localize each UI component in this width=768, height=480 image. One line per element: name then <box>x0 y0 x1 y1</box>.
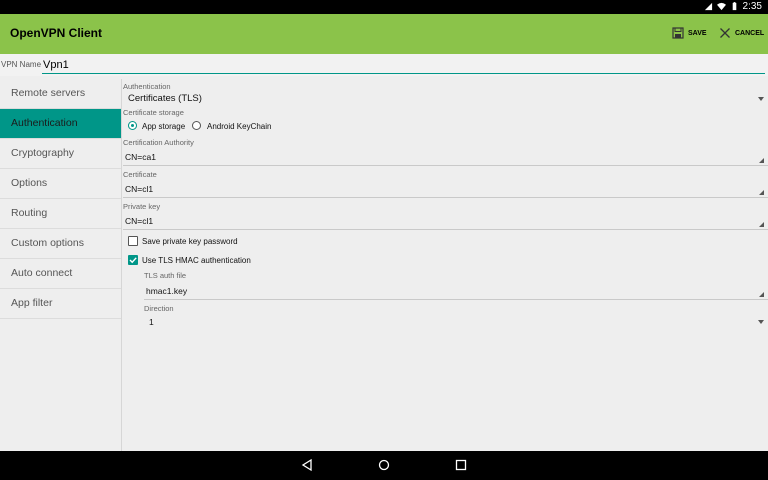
sidebar-item-routing[interactable]: Routing <box>0 199 121 229</box>
tls-auth-file-label: TLS auth file <box>144 271 187 280</box>
status-icons: 2:35 <box>704 1 762 12</box>
direction-label: Direction <box>144 304 174 313</box>
settings-sidebar: Remote servers Authentication Cryptograp… <box>0 79 122 451</box>
ca-underline <box>123 165 768 166</box>
field-corner-icon <box>759 222 764 227</box>
save-button[interactable]: SAVE <box>672 27 707 39</box>
field-corner-icon <box>759 190 764 195</box>
app-bar: OpenVPN Client SAVE CANCEL <box>0 14 768 54</box>
android-keychain-label: Android KeyChain <box>207 122 272 131</box>
sidebar-item-custom-options[interactable]: Custom options <box>0 229 121 259</box>
vpn-name-input[interactable] <box>42 57 765 74</box>
sidebar-item-options[interactable]: Options <box>0 169 121 199</box>
sidebar-item-app-filter[interactable]: App filter <box>0 289 121 319</box>
private-key-value: CN=cl1 <box>125 216 154 226</box>
tls-auth-file-value: hmac1.key <box>146 286 188 296</box>
sidebar-item-remote-servers[interactable]: Remote servers <box>0 79 121 109</box>
app-storage-label: App storage <box>142 122 186 131</box>
navigation-bar <box>0 451 768 480</box>
private-key-field[interactable]: CN=cl1 <box>123 214 768 230</box>
check-icon <box>129 256 137 263</box>
app-title: OpenVPN Client <box>10 26 103 40</box>
app-storage-radio[interactable] <box>128 121 137 130</box>
ca-label: Certification Authority <box>123 138 194 147</box>
direction-value: 1 <box>149 317 154 327</box>
authentication-value: Certificates (TLS) <box>128 93 202 104</box>
certificate-value: CN=cl1 <box>125 184 154 194</box>
status-bar: 2:35 <box>0 0 768 14</box>
save-password-checkbox[interactable] <box>128 236 138 246</box>
tls-hmac-label: Use TLS HMAC authentication <box>142 256 251 265</box>
save-label: SAVE <box>688 29 707 37</box>
close-icon <box>720 28 730 38</box>
recents-icon[interactable] <box>454 458 468 472</box>
status-time: 2:35 <box>742 1 762 12</box>
certificate-storage-label: Certificate storage <box>123 108 184 117</box>
tls-auth-file-underline <box>144 299 768 300</box>
chevron-down-icon <box>758 320 764 324</box>
save-password-label: Save private key password <box>142 237 238 246</box>
authentication-panel: Authentication Certificates (TLS) Certif… <box>123 80 768 450</box>
ca-value: CN=ca1 <box>125 152 156 162</box>
authentication-dropdown[interactable]: Certificates (TLS) <box>123 91 768 107</box>
vpn-name-label: VPN Name <box>1 60 42 69</box>
authentication-label: Authentication <box>123 82 171 91</box>
certificate-label: Certificate <box>123 170 157 179</box>
sidebar-item-cryptography[interactable]: Cryptography <box>0 139 121 169</box>
back-icon[interactable] <box>300 458 314 472</box>
private-key-label: Private key <box>123 202 161 211</box>
direction-dropdown[interactable]: 1 <box>144 315 768 331</box>
ca-field[interactable]: CN=ca1 <box>123 150 768 166</box>
signal-icon <box>704 2 712 11</box>
home-icon[interactable] <box>377 458 391 472</box>
save-icon <box>672 27 684 39</box>
sidebar-item-authentication[interactable]: Authentication <box>0 109 121 139</box>
sidebar-item-auto-connect[interactable]: Auto connect <box>0 259 121 289</box>
field-corner-icon <box>759 292 764 297</box>
private-key-underline <box>123 229 768 230</box>
field-corner-icon <box>759 158 764 163</box>
wifi-icon <box>716 2 726 11</box>
battery-icon <box>732 2 736 11</box>
android-keychain-radio[interactable] <box>192 121 201 130</box>
chevron-down-icon <box>758 97 764 101</box>
cancel-button[interactable]: CANCEL <box>719 27 764 39</box>
certificate-field[interactable]: CN=cl1 <box>123 182 768 198</box>
cancel-label: CANCEL <box>735 29 765 37</box>
certificate-underline <box>123 197 768 198</box>
tls-auth-file-field[interactable]: hmac1.key <box>144 284 768 300</box>
tls-hmac-checkbox[interactable] <box>128 255 138 265</box>
vpn-name-row: VPN Name <box>0 54 768 76</box>
